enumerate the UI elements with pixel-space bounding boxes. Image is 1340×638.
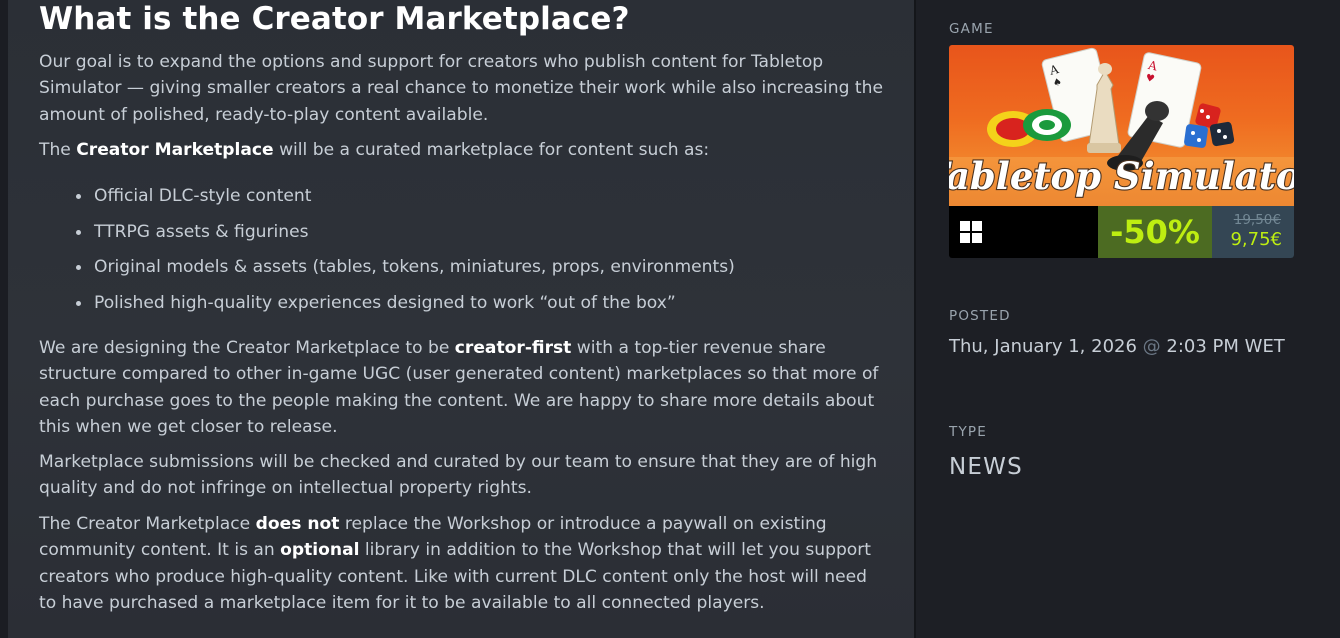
paragraph-workshop: The Creator Marketplace does not replace… [39,514,871,614]
paragraph-creator-first: We are designing the Creator Marketplace… [39,338,879,438]
list-item: Polished high-quality experiences design… [39,289,879,325]
paragraph-goal: Our goal is to expand the options and su… [39,52,883,125]
game-store-card[interactable]: A ♠ A ♥ bletop Simulat -50% 19,50€ 9,75€ [949,45,1294,258]
posted-time: 2:03 PM WET [1166,336,1285,357]
article-heading: What is the Creator Marketplace? [39,1,630,37]
creator-first-bold: creator-first [454,338,572,358]
price-block: 19,50€ 9,75€ [1212,206,1294,258]
posted-datetime: Thu, January 1, 2026 @ 2:03 PM WET [949,336,1285,357]
game-label: GAME [949,21,994,37]
windows-icon [960,221,982,243]
game-logo-text: Tabletop Simulator [949,154,1294,198]
purchase-bar[interactable]: -50% 19,50€ 9,75€ [949,206,1294,258]
discount-badge: -50% [1098,206,1212,258]
creator-marketplace-bold: Creator Marketplace [76,140,274,160]
tabletop-simulator-artwork: A ♠ A ♥ bletop Simulat [949,47,1294,206]
paragraph-curation: Marketplace submissions will be checked … [39,452,878,499]
bullet-dot [76,194,81,199]
optional-bold: optional [280,540,360,561]
paragraph-intro-marketplace: The Creator Marketplace will be a curate… [39,140,710,160]
sidebar: GAME A ♠ A ♥ bletop Simulat -50% 19,50€ … [916,0,1340,638]
posted-date: Thu, January 1, 2026 [949,336,1137,357]
list-item: TTRPG assets & figurines [39,218,879,254]
game-capsule-image[interactable]: A ♠ A ♥ bletop Simulat [949,45,1294,206]
list-item: Original models & assets (tables, tokens… [39,253,879,289]
type-label: TYPE [949,424,987,440]
bullet-dot [76,300,81,306]
content-types-list: Official DLC-style content TTRPG assets … [39,182,879,324]
original-price: 19,50€ [1233,212,1281,228]
final-price: 9,75€ [1230,229,1282,250]
posted-at-sign: @ [1142,336,1161,357]
posted-label: POSTED [949,308,1011,324]
bullet-dot [76,265,81,270]
list-item: Official DLC-style content [39,182,879,218]
bullet-dot [76,229,81,235]
news-article-panel: What is the Creator Marketplace? Our goa… [8,0,914,638]
type-value: NEWS [949,454,1023,480]
does-not-bold: does not [255,514,340,534]
